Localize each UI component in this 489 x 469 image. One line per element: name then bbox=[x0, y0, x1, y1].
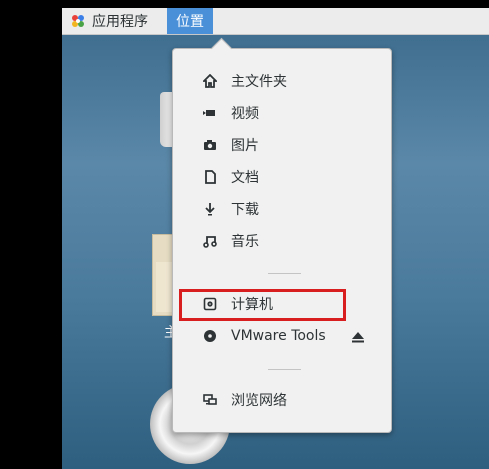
computer-highlight-box bbox=[179, 289, 346, 321]
music-icon bbox=[202, 233, 218, 249]
menu-separator bbox=[268, 273, 301, 274]
home-icon bbox=[202, 73, 218, 89]
camera-icon bbox=[202, 137, 218, 153]
menu-item-music[interactable]: 音乐 bbox=[173, 226, 391, 256]
document-icon bbox=[202, 169, 218, 185]
network-icon bbox=[202, 392, 218, 408]
places-menu-label: 位置 bbox=[176, 14, 204, 30]
menu-item-pictures[interactable]: 图片 bbox=[173, 130, 391, 160]
menu-item-label: 图片 bbox=[231, 138, 259, 154]
gnome-foot-icon bbox=[70, 13, 86, 29]
menu-item-label: 主文件夹 bbox=[231, 74, 287, 90]
menu-separator bbox=[268, 369, 301, 370]
eject-icon[interactable] bbox=[351, 329, 365, 343]
menu-item-label: 音乐 bbox=[231, 234, 259, 250]
places-dropdown-menu: 主文件夹 视频 图片 文档 下载 音乐 计算机 VMware Tools 浏览网… bbox=[172, 37, 392, 433]
menu-item-home-folder[interactable]: 主文件夹 bbox=[173, 66, 391, 96]
menu-item-label: 视频 bbox=[231, 106, 259, 122]
places-menu-button[interactable]: 位置 bbox=[167, 8, 213, 34]
menu-item-label: 下载 bbox=[231, 202, 259, 218]
applications-menu-button[interactable]: 应用程序 bbox=[70, 8, 148, 34]
menu-item-browse-network[interactable]: 浏览网络 bbox=[173, 385, 391, 415]
menu-item-label: 浏览网络 bbox=[231, 393, 287, 409]
video-icon bbox=[202, 105, 218, 121]
menu-item-downloads[interactable]: 下载 bbox=[173, 194, 391, 224]
menu-item-label: VMware Tools bbox=[231, 328, 326, 344]
download-icon bbox=[202, 201, 218, 217]
applications-menu-label: 应用程序 bbox=[92, 14, 148, 30]
menu-item-documents[interactable]: 文档 bbox=[173, 162, 391, 192]
menu-item-label: 文档 bbox=[231, 170, 259, 186]
menu-item-videos[interactable]: 视频 bbox=[173, 98, 391, 128]
disc-icon bbox=[202, 328, 218, 344]
